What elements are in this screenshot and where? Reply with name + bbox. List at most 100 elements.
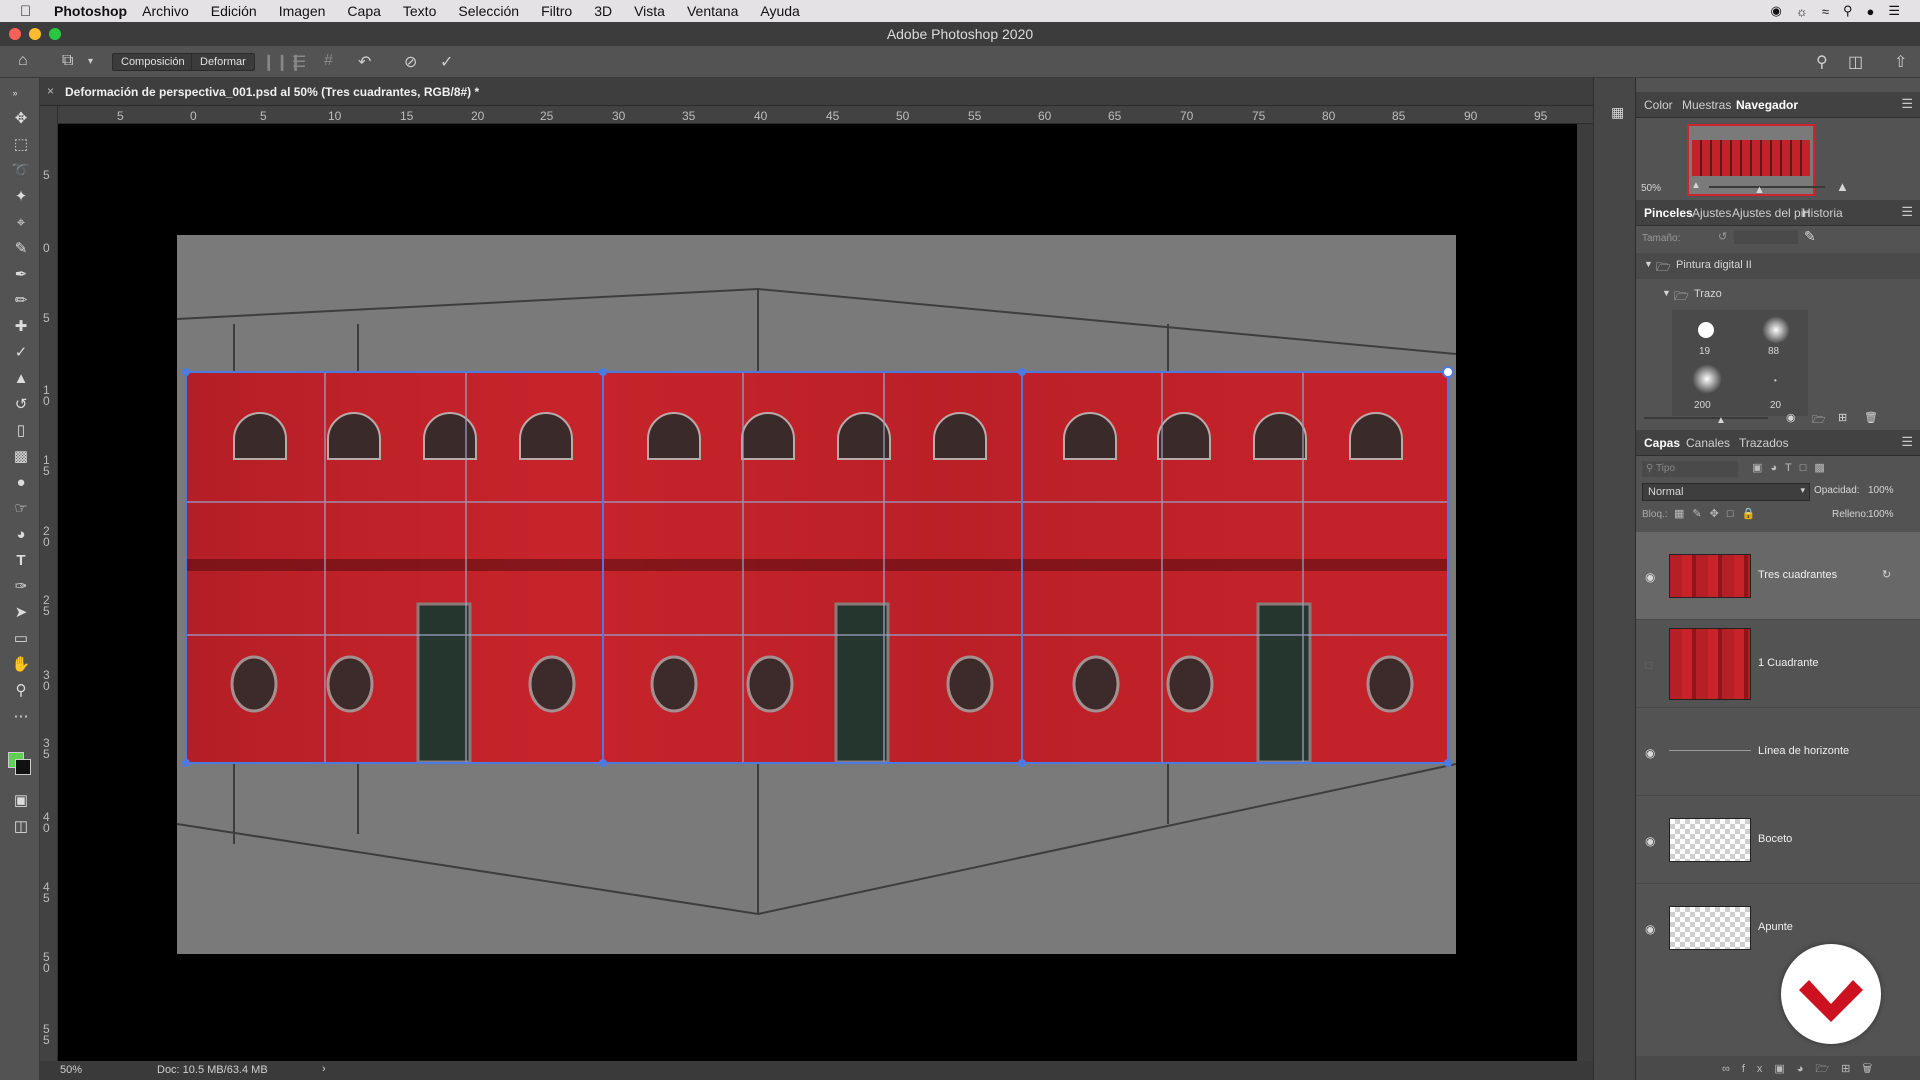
layer-name[interactable]: Apunte — [1758, 921, 1793, 933]
eyedropper-icon[interactable]: ✎ — [10, 238, 32, 260]
zoom-in-icon[interactable]: ▲ — [1836, 179, 1849, 194]
grid-icon[interactable]: # — [324, 52, 333, 70]
menu-texto[interactable]: Texto — [403, 3, 436, 19]
layer-name[interactable]: Tres cuadrantes — [1758, 569, 1837, 581]
smudge-icon[interactable]: ☞ — [10, 498, 32, 520]
rectangle-shape-icon[interactable]: ▭ — [10, 628, 32, 650]
commit-check-icon[interactable]: ✓ — [440, 52, 453, 72]
vertical-scrollbar[interactable] — [1577, 124, 1593, 1061]
menu-ventana[interactable]: Ventana — [687, 3, 738, 19]
auto-straighten-horizontal-icon[interactable]: ☰ — [292, 52, 306, 72]
tab-color[interactable]: Color — [1644, 98, 1673, 112]
zoom-window-icon[interactable] — [49, 28, 61, 40]
hand-icon[interactable]: ✋ — [10, 654, 32, 676]
chevron-down-icon[interactable]: ▼ — [1644, 259, 1653, 269]
slider-thumb[interactable]: ▲ — [1716, 415, 1726, 426]
menu-archivo[interactable]: Archivo — [142, 3, 189, 19]
layer-row[interactable]: ◉ Línea de horizonte — [1636, 708, 1920, 796]
apple-icon[interactable]:  — [20, 3, 40, 20]
zoom-level[interactable]: 50% — [60, 1064, 82, 1076]
zoom-slider-thumb[interactable]: ▲ — [1754, 184, 1765, 196]
move-icon[interactable]: ✥ — [10, 108, 32, 130]
siri-icon[interactable]: ● — [1866, 4, 1874, 19]
toggle-preview-icon[interactable]: ◉ — [1786, 411, 1796, 424]
path-selection-icon[interactable]: ➤ — [10, 602, 32, 624]
undo-icon[interactable]: ↶ — [358, 52, 371, 72]
home-icon[interactable]: ⌂ — [18, 52, 28, 70]
tab-muestras[interactable]: Muestras — [1682, 98, 1731, 112]
chevron-down-icon[interactable]: ▼ — [1662, 288, 1671, 298]
eye-icon[interactable]: ◉ — [1645, 834, 1655, 848]
menu-edicion[interactable]: Edición — [211, 3, 257, 19]
share-icon[interactable]: ⇧ — [1894, 52, 1907, 72]
mixer-brush-icon[interactable]: ✓ — [10, 342, 32, 364]
layer-name[interactable]: Línea de horizonte — [1758, 745, 1849, 757]
opacity-value[interactable]: 100% — [1868, 485, 1894, 496]
screen-mode-icon[interactable]: ◫ — [10, 816, 32, 838]
layer-name[interactable]: Boceto — [1758, 833, 1792, 845]
smart-object-icon[interactable]: ↻ — [1882, 568, 1891, 581]
brush-icon[interactable]: ✒ — [10, 264, 32, 286]
eye-hidden-icon[interactable]: □ — [1645, 658, 1652, 672]
panel-menu-icon[interactable]: ☰ — [1901, 204, 1913, 220]
layer-name[interactable]: 1 Cuadrante — [1758, 657, 1819, 669]
brush-group-row[interactable]: ▼ 🗁 Pintura digital II — [1636, 253, 1920, 279]
eraser-icon[interactable]: ▯ — [10, 420, 32, 442]
wifi-icon[interactable]: ≈ — [1822, 4, 1829, 19]
brush-subgroup-row[interactable]: ▼ 🗁 Trazo — [1636, 283, 1920, 307]
tab-pinceles[interactable]: Pinceles — [1644, 206, 1693, 220]
workspace-icon[interactable]: ◫ — [1848, 52, 1863, 72]
layer-action-icons[interactable]: ∞fx▣◕🗁⊞🗑 — [1722, 1060, 1884, 1079]
tab-ajustes-pin[interactable]: Ajustes del pin — [1732, 206, 1810, 220]
spotlight-search-icon[interactable]: ⚲ — [1843, 3, 1853, 19]
brush-preset-small[interactable]: • — [1774, 376, 1777, 385]
gradient-icon[interactable]: ▩ — [10, 446, 32, 468]
panel-menu-icon[interactable]: ☰ — [1901, 96, 1913, 112]
document-canvas[interactable] — [58, 124, 1577, 1061]
tab-canales[interactable]: Canales — [1686, 436, 1730, 450]
eye-icon[interactable]: ◉ — [1645, 570, 1655, 584]
pencil-icon[interactable]: ✏ — [10, 290, 32, 312]
brush-preset-hard[interactable] — [1698, 322, 1714, 338]
blur-icon[interactable]: ● — [10, 472, 32, 494]
menu-filtro[interactable]: Filtro — [541, 3, 572, 19]
more-tools-icon[interactable]: ⋯ — [10, 706, 32, 728]
quick-mask-icon[interactable]: ▣ — [10, 790, 32, 812]
close-window-icon[interactable] — [9, 28, 21, 40]
notification-center-icon[interactable]: ☰ — [1888, 3, 1900, 19]
cancel-icon[interactable]: ⊘ — [404, 52, 417, 72]
status-menu-icon[interactable]: › — [322, 1063, 326, 1075]
perspective-warp-tool-icon[interactable]: ⧉ — [62, 52, 73, 70]
horizontal-ruler[interactable]: 5 0 5 10 15 20 25 30 35 40 45 50 55 60 65 70 75 80 85 90 95 — [58, 106, 1593, 124]
navigator-zoom[interactable]: 50% — [1641, 183, 1661, 194]
menu-3d[interactable]: 3D — [594, 3, 612, 19]
zoom-out-icon[interactable]: ▲ — [1691, 180, 1701, 191]
properties-panel-icon[interactable]: ▦ — [1611, 104, 1624, 121]
menu-vista[interactable]: Vista — [634, 3, 665, 19]
menu-app-name[interactable]: Photoshop — [54, 3, 127, 19]
close-document-icon[interactable]: × — [47, 84, 54, 98]
zoom-icon[interactable]: ⚲ — [10, 680, 32, 702]
healing-brush-icon[interactable]: ✚ — [10, 316, 32, 338]
layer-filter-icons[interactable]: ▣◕T□▩ — [1752, 461, 1833, 474]
creative-cloud-icon[interactable]: ☼ — [1796, 4, 1808, 19]
record-icon[interactable]: ◉ — [1771, 3, 1782, 19]
collapse-toolbar-icon[interactable]: » — [4, 82, 26, 104]
panel-menu-icon[interactable]: ☰ — [1901, 434, 1913, 450]
search-icon[interactable]: ⚲ — [1816, 52, 1828, 72]
crop-icon[interactable]: ⌖ — [10, 212, 32, 234]
menu-seleccion[interactable]: Selección — [458, 3, 519, 19]
deform-button[interactable]: Deformar — [191, 53, 255, 71]
menu-imagen[interactable]: Imagen — [279, 3, 326, 19]
tab-historia[interactable]: Historia — [1802, 206, 1843, 220]
tab-trazados[interactable]: Trazados — [1739, 436, 1789, 450]
tab-navegador[interactable]: Navegador — [1736, 98, 1798, 112]
lock-icons[interactable]: ▦✎✥□🔒 — [1674, 507, 1763, 520]
magic-wand-icon[interactable]: ✦ — [10, 186, 32, 208]
vertical-ruler[interactable]: 5 0 5 1 0 1 5 2 0 2 5 3 0 3 5 4 0 4 5 5 0 5 5 — [40, 106, 58, 1061]
tab-ajustes[interactable]: Ajustes — [1692, 206, 1731, 220]
new-group-icon[interactable]: 🗁 — [1812, 411, 1826, 430]
eye-icon[interactable]: ◉ — [1645, 746, 1655, 760]
reset-size-icon[interactable]: ↺ — [1718, 230, 1727, 243]
layer-row[interactable]: ◉ Boceto — [1636, 796, 1920, 884]
